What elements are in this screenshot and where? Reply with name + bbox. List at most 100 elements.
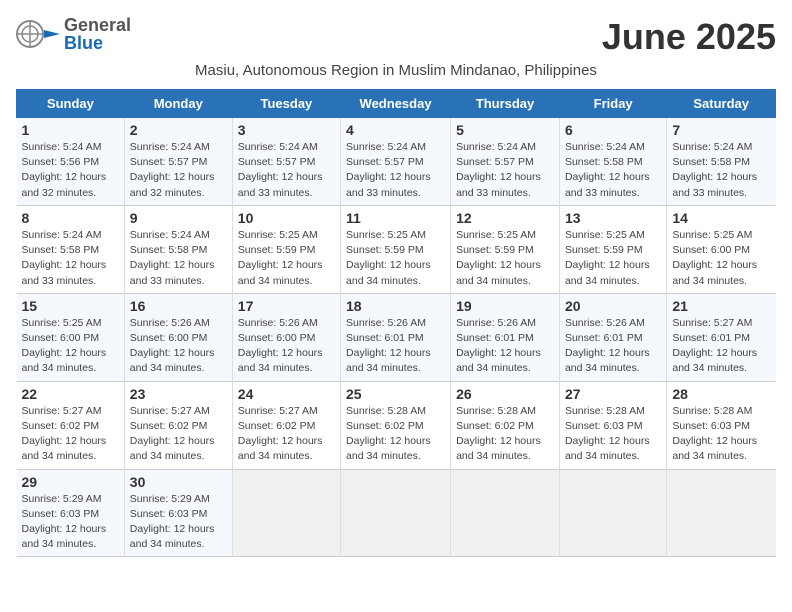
calendar-cell: 22 Sunrise: 5:27 AM Sunset: 6:02 PM Dayli… (17, 381, 125, 469)
day-info: Sunrise: 5:24 AM Sunset: 5:56 PM Dayligh… (22, 140, 119, 201)
day-number: 2 (130, 122, 227, 138)
day-number: 7 (672, 122, 770, 138)
day-info: Sunrise: 5:25 AM Sunset: 6:00 PM Dayligh… (22, 316, 119, 377)
calendar-cell: 20 Sunrise: 5:26 AM Sunset: 6:01 PM Dayli… (559, 293, 666, 381)
calendar-table: Sunday Monday Tuesday Wednesday Thursday… (16, 89, 776, 557)
page-subtitle: Masiu, Autonomous Region in Muslim Minda… (16, 62, 776, 79)
calendar-week-row: 1 Sunrise: 5:24 AM Sunset: 5:56 PM Daylig… (17, 118, 776, 206)
calendar-cell: 12Sunrise: 5:25 AM Sunset: 5:59 PM Dayli… (451, 205, 560, 293)
calendar-cell: 2 Sunrise: 5:24 AM Sunset: 5:57 PM Daylig… (124, 118, 232, 206)
day-number: 18 (346, 298, 445, 314)
col-tuesday: Tuesday (232, 90, 340, 118)
calendar-cell: 10 Sunrise: 5:25 AM Sunset: 5:59 PM Dayli… (232, 205, 340, 293)
day-number: 19 (456, 298, 554, 314)
calendar-cell: 17 Sunrise: 5:26 AM Sunset: 6:00 PM Dayli… (232, 293, 340, 381)
calendar-cell: 21 Sunrise: 5:27 AM Sunset: 6:01 PM Dayli… (667, 293, 776, 381)
day-number: 12 (456, 210, 554, 226)
day-info: Sunrise: 5:26 AM Sunset: 6:01 PM Dayligh… (456, 316, 554, 377)
calendar-week-row: 29 Sunrise: 5:29 AM Sunset: 6:03 PM Dayli… (17, 469, 776, 557)
calendar-cell (559, 469, 666, 557)
day-info: Sunrise: 5:27 AM Sunset: 6:01 PM Dayligh… (672, 316, 770, 377)
calendar-cell (667, 469, 776, 557)
day-info: Sunrise: 5:25 AM Sunset: 5:59 PM Dayligh… (238, 228, 335, 289)
calendar-cell: 25 Sunrise: 5:28 AM Sunset: 6:02 PM Dayli… (341, 381, 451, 469)
day-number: 16 (130, 298, 227, 314)
day-info: Sunrise: 5:24 AM Sunset: 5:57 PM Dayligh… (130, 140, 227, 201)
calendar-week-row: 8 Sunrise: 5:24 AM Sunset: 5:58 PM Daylig… (17, 205, 776, 293)
day-number: 30 (130, 474, 227, 490)
calendar-cell: 15 Sunrise: 5:25 AM Sunset: 6:00 PM Dayli… (17, 293, 125, 381)
calendar-cell: 11Sunrise: 5:25 AM Sunset: 5:59 PM Dayli… (341, 205, 451, 293)
day-info: Sunrise: 5:24 AM Sunset: 5:57 PM Dayligh… (346, 140, 445, 201)
calendar-cell: 19 Sunrise: 5:26 AM Sunset: 6:01 PM Dayli… (451, 293, 560, 381)
day-number: 8 (22, 210, 119, 226)
day-info: Sunrise: 5:27 AM Sunset: 6:02 PM Dayligh… (22, 404, 119, 465)
calendar-cell: 6 Sunrise: 5:24 AM Sunset: 5:58 PM Daylig… (559, 118, 666, 206)
day-number: 9 (130, 210, 227, 226)
day-info: Sunrise: 5:24 AM Sunset: 5:57 PM Dayligh… (456, 140, 554, 201)
calendar-cell: 16Sunrise: 5:26 AM Sunset: 6:00 PM Dayli… (124, 293, 232, 381)
day-info: Sunrise: 5:25 AM Sunset: 6:00 PM Dayligh… (672, 228, 770, 289)
day-info: Sunrise: 5:28 AM Sunset: 6:03 PM Dayligh… (565, 404, 661, 465)
calendar-week-row: 22 Sunrise: 5:27 AM Sunset: 6:02 PM Dayli… (17, 381, 776, 469)
day-number: 29 (22, 474, 119, 490)
calendar-cell (451, 469, 560, 557)
logo-blue: Blue (64, 34, 131, 52)
calendar-cell (232, 469, 340, 557)
calendar-cell: 18 Sunrise: 5:26 AM Sunset: 6:01 PM Dayli… (341, 293, 451, 381)
day-number: 6 (565, 122, 661, 138)
day-number: 20 (565, 298, 661, 314)
day-info: Sunrise: 5:26 AM Sunset: 6:00 PM Dayligh… (238, 316, 335, 377)
day-number: 13 (565, 210, 661, 226)
day-number: 24 (238, 386, 335, 402)
day-number: 17 (238, 298, 335, 314)
calendar-cell: 30Sunrise: 5:29 AM Sunset: 6:03 PM Dayli… (124, 469, 232, 557)
day-number: 21 (672, 298, 770, 314)
day-info: Sunrise: 5:24 AM Sunset: 5:58 PM Dayligh… (22, 228, 119, 289)
day-info: Sunrise: 5:28 AM Sunset: 6:02 PM Dayligh… (456, 404, 554, 465)
calendar-cell: 3 Sunrise: 5:24 AM Sunset: 5:57 PM Daylig… (232, 118, 340, 206)
month-title: June 2025 (602, 16, 776, 58)
day-number: 23 (130, 386, 227, 402)
calendar-header-row: Sunday Monday Tuesday Wednesday Thursday… (17, 90, 776, 118)
calendar-cell (341, 469, 451, 557)
day-number: 5 (456, 122, 554, 138)
col-sunday: Sunday (17, 90, 125, 118)
day-number: 4 (346, 122, 445, 138)
day-info: Sunrise: 5:24 AM Sunset: 5:58 PM Dayligh… (672, 140, 770, 201)
day-number: 14 (672, 210, 770, 226)
day-info: Sunrise: 5:24 AM Sunset: 5:58 PM Dayligh… (565, 140, 661, 201)
col-saturday: Saturday (667, 90, 776, 118)
day-info: Sunrise: 5:24 AM Sunset: 5:57 PM Dayligh… (238, 140, 335, 201)
day-info: Sunrise: 5:27 AM Sunset: 6:02 PM Dayligh… (130, 404, 227, 465)
calendar-cell: 8 Sunrise: 5:24 AM Sunset: 5:58 PM Daylig… (17, 205, 125, 293)
day-number: 1 (22, 122, 119, 138)
calendar-cell: 7 Sunrise: 5:24 AM Sunset: 5:58 PM Daylig… (667, 118, 776, 206)
col-thursday: Thursday (451, 90, 560, 118)
col-monday: Monday (124, 90, 232, 118)
day-info: Sunrise: 5:26 AM Sunset: 6:01 PM Dayligh… (565, 316, 661, 377)
logo: General Blue (16, 16, 131, 52)
day-number: 3 (238, 122, 335, 138)
calendar-cell: 28Sunrise: 5:28 AM Sunset: 6:03 PM Dayli… (667, 381, 776, 469)
day-number: 22 (22, 386, 119, 402)
calendar-cell: 14 Sunrise: 5:25 AM Sunset: 6:00 PM Dayli… (667, 205, 776, 293)
day-number: 10 (238, 210, 335, 226)
day-number: 26 (456, 386, 554, 402)
day-number: 27 (565, 386, 661, 402)
calendar-cell: 9 Sunrise: 5:24 AM Sunset: 5:58 PM Daylig… (124, 205, 232, 293)
day-number: 15 (22, 298, 119, 314)
calendar-cell: 4 Sunrise: 5:24 AM Sunset: 5:57 PM Daylig… (341, 118, 451, 206)
day-info: Sunrise: 5:29 AM Sunset: 6:03 PM Dayligh… (22, 492, 119, 553)
day-info: Sunrise: 5:26 AM Sunset: 6:01 PM Dayligh… (346, 316, 445, 377)
calendar-cell: 13 Sunrise: 5:25 AM Sunset: 5:59 PM Dayli… (559, 205, 666, 293)
logo-general: General (64, 16, 131, 34)
calendar-cell: 1 Sunrise: 5:24 AM Sunset: 5:56 PM Daylig… (17, 118, 125, 206)
day-info: Sunrise: 5:28 AM Sunset: 6:02 PM Dayligh… (346, 404, 445, 465)
calendar-cell: 27 Sunrise: 5:28 AM Sunset: 6:03 PM Dayli… (559, 381, 666, 469)
day-info: Sunrise: 5:28 AM Sunset: 6:03 PM Dayligh… (672, 404, 770, 465)
day-number: 25 (346, 386, 445, 402)
calendar-cell: 23 Sunrise: 5:27 AM Sunset: 6:02 PM Dayli… (124, 381, 232, 469)
day-info: Sunrise: 5:24 AM Sunset: 5:58 PM Dayligh… (130, 228, 227, 289)
day-info: Sunrise: 5:25 AM Sunset: 5:59 PM Dayligh… (565, 228, 661, 289)
